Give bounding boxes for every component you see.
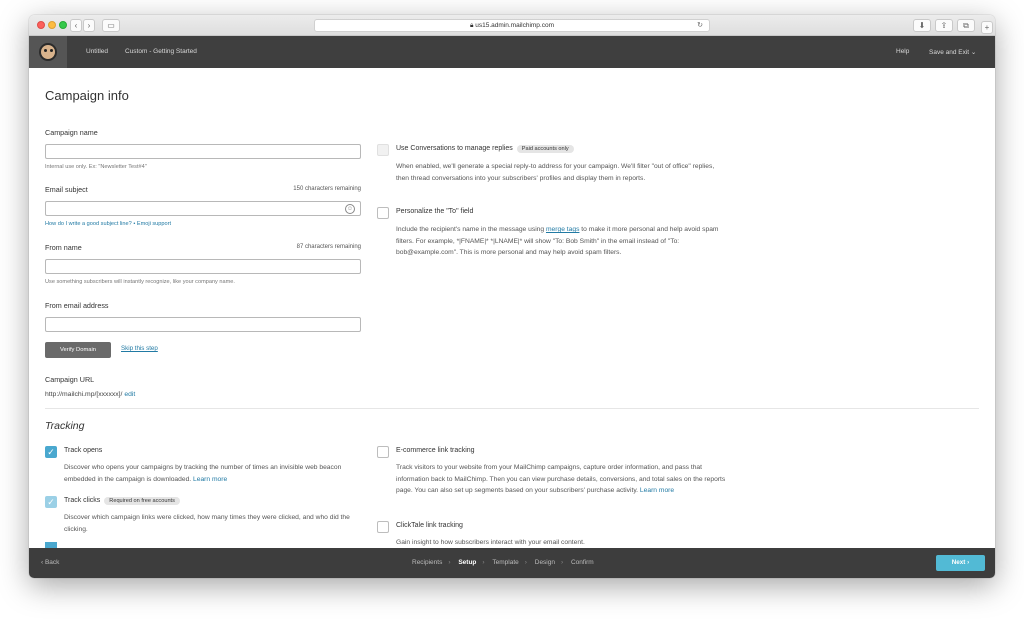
share-icon[interactable]: ⇪ bbox=[935, 19, 953, 32]
email-subject-label: Email subject bbox=[45, 185, 88, 194]
required-free-badge: Required on free accounts bbox=[104, 497, 180, 505]
breadcrumb-campaign[interactable]: Untitled bbox=[86, 48, 108, 55]
ecommerce-tracking-description: Track visitors to your website from your… bbox=[396, 462, 728, 497]
track-opens-description: Discover who opens your campaigns by tra… bbox=[64, 462, 364, 485]
tracking-section-title: Tracking bbox=[45, 420, 85, 432]
ecommerce-desc-text: Track visitors to your website from your… bbox=[396, 464, 726, 494]
emoji-support-link[interactable]: Emoji support bbox=[137, 221, 171, 227]
conversations-option: Use Conversations to manage replies Paid … bbox=[396, 145, 574, 153]
subject-help-links: How do I write a good subject line? • Em… bbox=[45, 221, 171, 227]
clicktale-tracking-checkbox[interactable] bbox=[377, 521, 389, 533]
browser-toolbar: ‹ › ▭ 🔒︎ us15.admin.mailchimp.com ↻ ⬇ ⇪ … bbox=[29, 15, 995, 36]
from-name-input[interactable] bbox=[45, 259, 361, 274]
browser-window: ‹ › ▭ 🔒︎ us15.admin.mailchimp.com ↻ ⬇ ⇪ … bbox=[29, 15, 995, 578]
from-email-input[interactable] bbox=[45, 317, 361, 332]
personalize-desc-start: Include the recipient's name in the mess… bbox=[396, 226, 546, 233]
subject-line-help-link[interactable]: How do I write a good subject line? bbox=[45, 221, 132, 227]
campaign-url-label: Campaign URL bbox=[45, 375, 95, 384]
new-tab-icon[interactable]: + bbox=[981, 21, 993, 34]
breadcrumb-template[interactable]: Custom - Getting Started bbox=[125, 48, 197, 55]
downloads-icon[interactable]: ⬇ bbox=[913, 19, 931, 32]
campaign-name-label: Campaign name bbox=[45, 128, 98, 137]
ecommerce-learn-more[interactable]: Learn more bbox=[640, 487, 674, 494]
campaign-url: http://mailchi.mp/[xxxxxx]/ edit bbox=[45, 391, 135, 398]
clicktale-tracking-description: Gain insight to how subscribers interact… bbox=[396, 539, 585, 546]
track-opens-label: Track opens bbox=[64, 447, 103, 454]
zoom-window-icon[interactable] bbox=[59, 21, 67, 29]
step-separator-icon: › bbox=[448, 559, 451, 566]
forward-nav-button[interactable]: › bbox=[83, 19, 95, 32]
section-divider bbox=[45, 408, 979, 409]
campaign-name-input[interactable] bbox=[45, 144, 361, 159]
track-opens-checkbox[interactable]: ✓ bbox=[45, 446, 57, 458]
step-recipients[interactable]: Recipients bbox=[412, 559, 442, 566]
from-name-label: From name bbox=[45, 243, 82, 252]
app-header: Untitled Custom - Getting Started Help S… bbox=[29, 36, 995, 68]
conversations-description: When enabled, we'll generate a special r… bbox=[396, 163, 715, 182]
merge-tags-link[interactable]: merge tags bbox=[546, 226, 579, 233]
step-confirm[interactable]: Confirm bbox=[571, 559, 594, 566]
skip-step-link[interactable]: Skip this step bbox=[121, 345, 158, 352]
address-text: us15.admin.mailchimp.com bbox=[475, 22, 555, 29]
track-clicks-option: Track clicks Required on free accounts bbox=[64, 497, 180, 505]
back-nav-button[interactable]: ‹ bbox=[70, 19, 82, 32]
address-bar[interactable]: 🔒︎ us15.admin.mailchimp.com ↻ bbox=[314, 19, 710, 32]
clicktale-tracking-label: ClickTale link tracking bbox=[396, 522, 463, 529]
verify-domain-button[interactable]: Verify Domain bbox=[45, 342, 111, 358]
step-separator-icon: › bbox=[560, 559, 564, 566]
track-clicks-description: Discover which campaign links were click… bbox=[64, 514, 350, 533]
help-link[interactable]: Help bbox=[896, 48, 909, 55]
track-clicks-label: Track clicks bbox=[64, 497, 101, 504]
paid-only-badge: Paid accounts only bbox=[516, 145, 574, 153]
campaign-url-edit-link[interactable]: edit bbox=[124, 391, 135, 398]
conversations-checkbox[interactable] bbox=[377, 144, 389, 156]
track-clicks-checkbox[interactable]: ✓ bbox=[45, 496, 57, 508]
from-name-help: Use something subscribers will instantly… bbox=[45, 279, 235, 285]
step-template[interactable]: Template bbox=[492, 559, 518, 566]
ecommerce-tracking-checkbox[interactable] bbox=[377, 446, 389, 458]
main-content: Campaign info Campaign name Internal use… bbox=[29, 68, 995, 548]
track-opens-learn-more[interactable]: Learn more bbox=[193, 476, 227, 483]
personalize-to-checkbox[interactable] bbox=[377, 207, 389, 219]
next-button[interactable]: Next › bbox=[936, 555, 985, 571]
mailchimp-logo[interactable] bbox=[29, 36, 67, 68]
step-separator-icon: › bbox=[482, 559, 485, 566]
from-name-char-counter: 87 characters remaining bbox=[296, 244, 361, 250]
subject-char-counter: 150 characters remaining bbox=[293, 186, 361, 192]
step-separator-icon: › bbox=[524, 559, 527, 566]
step-setup[interactable]: Setup bbox=[458, 559, 476, 566]
email-subject-input[interactable]: ☺ bbox=[45, 201, 361, 216]
save-exit-menu[interactable]: Save and Exit ⌄ bbox=[929, 48, 976, 56]
ecommerce-tracking-label: E-commerce link tracking bbox=[396, 447, 475, 454]
back-button[interactable]: ‹ Back bbox=[41, 559, 59, 566]
sidebar-toggle-icon[interactable]: ▭ bbox=[102, 19, 120, 32]
wizard-steps: Recipients › Setup › Template › Design › Con… bbox=[409, 559, 597, 566]
wizard-footer: ‹ Back Recipients › Setup › Template › Desi… bbox=[29, 548, 995, 578]
campaign-url-value: http://mailchi.mp/[xxxxxx]/ bbox=[45, 391, 123, 398]
page-title: Campaign info bbox=[45, 88, 129, 103]
personalize-to-description: Include the recipient's name in the mess… bbox=[396, 224, 728, 259]
freddie-icon bbox=[39, 43, 57, 61]
emoji-picker-icon[interactable]: ☺ bbox=[345, 204, 355, 214]
reload-icon[interactable]: ↻ bbox=[697, 20, 703, 31]
close-window-icon[interactable] bbox=[37, 21, 45, 29]
from-email-label: From email address bbox=[45, 301, 109, 310]
step-design[interactable]: Design bbox=[535, 559, 555, 566]
personalize-to-label: Personalize the "To" field bbox=[396, 208, 474, 215]
conversations-label: Use Conversations to manage replies bbox=[396, 145, 513, 152]
tabs-overview-icon[interactable]: ⧉ bbox=[957, 19, 975, 32]
minimize-window-icon[interactable] bbox=[48, 21, 56, 29]
campaign-name-help: Internal use only. Ex: "Newsletter Test#… bbox=[45, 164, 147, 170]
